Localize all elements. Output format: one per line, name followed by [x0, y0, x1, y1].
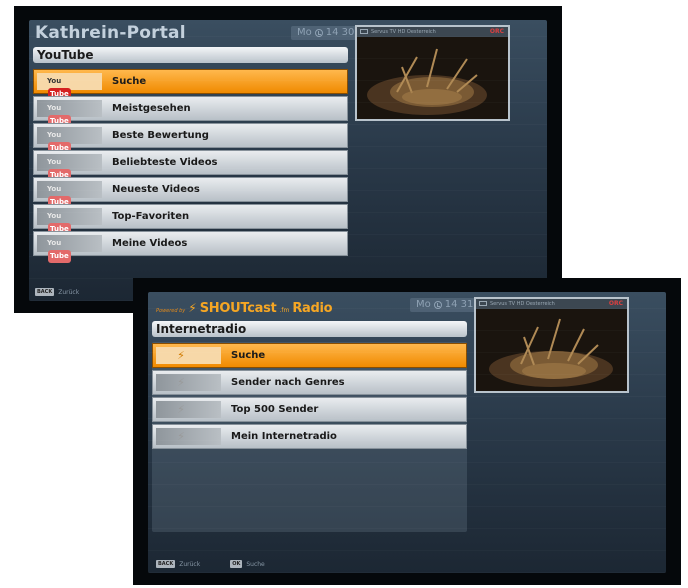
ok-hint: Suche: [246, 560, 265, 568]
menu-item-beliebteste-videos[interactable]: YouTube Beliebteste Videos: [33, 150, 348, 182]
menu-item-meistgesehen[interactable]: YouTube Meistgesehen: [33, 96, 348, 128]
tv-preview: Servus TV HD Oesterreich ORC: [355, 25, 510, 121]
tv-icon: [360, 29, 368, 34]
section-header: Internetradio: [152, 321, 467, 337]
shoutcast-icon: ⚡: [177, 403, 185, 416]
menu-thumb: ⚡: [156, 347, 221, 364]
portal-panel: Kathrein-Portal Mo 14 30 YouTube YouTube…: [29, 20, 547, 301]
back-key-icon: BACK: [35, 288, 55, 296]
logo-name: SHOUTcast: [199, 301, 277, 316]
menu-thumb: YouTube: [37, 154, 102, 182]
menu-item-label: Beste Bewertung: [112, 130, 209, 141]
preview-channel: Servus TV HD Oesterreich: [476, 299, 627, 309]
clock-day: Mo: [297, 27, 312, 38]
shoutcast-logo: Powered by ⚡ SHOUTcast .fm Radio: [156, 301, 333, 316]
logo-suffix: Radio: [292, 301, 333, 316]
clock-display: Mo 14 31: [410, 298, 480, 312]
logo-powered: Powered by: [156, 308, 186, 314]
tv-preview: Servus TV HD Oesterreich ORC: [474, 297, 629, 393]
back-key-icon: BACK: [156, 560, 176, 568]
shoutcast-bolt-icon: ⚡: [188, 301, 197, 315]
menu-item-label: Meine Videos: [112, 238, 188, 249]
menu-item-suche[interactable]: YouTube Suche: [33, 69, 348, 101]
menu-item-beste-bewertung[interactable]: YouTube Beste Bewertung: [33, 123, 348, 155]
footer-hints: BACK Zurück: [35, 288, 79, 296]
back-hint: Zurück: [179, 560, 201, 568]
menu-item-label: Meistgesehen: [112, 103, 191, 114]
menu-item-label: Top-Favoriten: [112, 211, 190, 222]
preview-channel: Servus TV HD Oesterreich: [357, 27, 508, 37]
clock-time: 14 31: [444, 299, 474, 310]
youtube-icon: YouTube: [47, 156, 79, 182]
clock-time: 14 30: [325, 27, 355, 38]
menu-thumb: ⚡: [156, 401, 221, 418]
shoutcast-icon: ⚡: [177, 349, 185, 362]
menu-item-label: Suche: [231, 350, 266, 361]
menu-item-label: Beliebteste Videos: [112, 157, 218, 168]
footer-hints: BACK Zurück OK Suche: [156, 560, 265, 568]
shoutcast-icon: ⚡: [177, 376, 185, 389]
menu-item-suche[interactable]: ⚡ Suche: [152, 343, 467, 368]
clock-icon: [433, 301, 442, 309]
menu-item-label: Mein Internetradio: [231, 431, 337, 442]
tv-screen-internetradio: Powered by ⚡ SHOUTcast .fm Radio Mo 14 3…: [133, 278, 681, 585]
section-header: YouTube: [33, 47, 348, 63]
clock-icon: [314, 29, 323, 37]
menu-item-label: Sender nach Genres: [231, 377, 345, 388]
youtube-icon: YouTube: [47, 183, 79, 209]
menu-thumb: ⚡: [156, 374, 221, 391]
menu-thumb: YouTube: [37, 208, 102, 236]
menu-thumb: ⚡: [156, 428, 221, 445]
clock-display: Mo 14 30: [291, 26, 361, 40]
preview-image: [476, 309, 627, 391]
menu-thumb: YouTube: [37, 181, 102, 209]
youtube-icon: YouTube: [47, 102, 79, 128]
portal-title: Kathrein-Portal: [35, 23, 186, 43]
shoutcast-icon: ⚡: [177, 430, 185, 443]
menu-item-label: Suche: [112, 76, 147, 87]
preview-badge: ORC: [608, 300, 623, 307]
preview-badge: ORC: [489, 28, 504, 35]
menu-item-sender-nach-genres[interactable]: ⚡ Sender nach Genres: [152, 370, 467, 395]
menu-item-top-500-sender[interactable]: ⚡ Top 500 Sender: [152, 397, 467, 422]
clock-day: Mo: [416, 299, 431, 310]
internetradio-menu: ⚡ Suche ⚡ Sender nach Genres ⚡ Top 500 S…: [152, 343, 467, 453]
menu-item-top-favoriten[interactable]: YouTube Top-Favoriten: [33, 204, 348, 236]
youtube-icon: YouTube: [47, 75, 79, 101]
youtube-icon: YouTube: [47, 237, 79, 263]
menu-thumb: YouTube: [37, 73, 102, 101]
ok-key-icon: OK: [230, 560, 243, 568]
youtube-icon: YouTube: [47, 129, 79, 155]
menu-item-meine-videos[interactable]: YouTube Meine Videos: [33, 231, 348, 263]
menu-item-label: Neueste Videos: [112, 184, 200, 195]
menu-item-neueste-videos[interactable]: YouTube Neueste Videos: [33, 177, 348, 209]
back-hint: Zurück: [58, 288, 80, 296]
tv-icon: [479, 301, 487, 306]
menu-thumb: YouTube: [37, 127, 102, 155]
tv-screen-youtube: Kathrein-Portal Mo 14 30 YouTube YouTube…: [14, 6, 562, 313]
menu-thumb: YouTube: [37, 100, 102, 128]
menu-item-mein-internetradio[interactable]: ⚡ Mein Internetradio: [152, 424, 467, 449]
preview-image: [357, 37, 508, 119]
youtube-icon: YouTube: [47, 210, 79, 236]
menu-thumb: YouTube: [37, 235, 102, 263]
youtube-menu: YouTube Suche YouTube Meistgesehen YouTu…: [33, 69, 348, 269]
portal-panel: Powered by ⚡ SHOUTcast .fm Radio Mo 14 3…: [148, 292, 666, 573]
menu-item-label: Top 500 Sender: [231, 404, 319, 415]
